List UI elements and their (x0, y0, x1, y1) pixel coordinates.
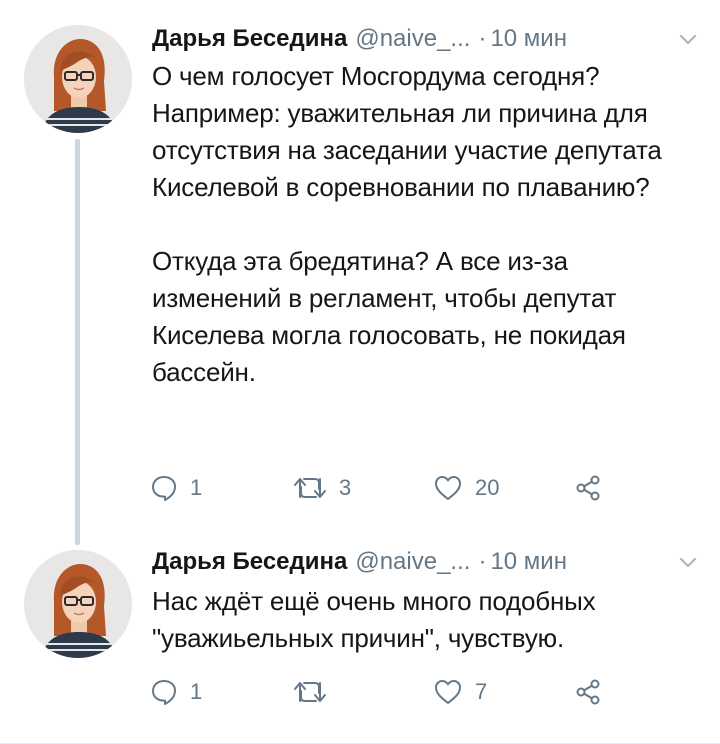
retweet-button[interactable] (293, 679, 339, 705)
chevron-down-icon[interactable] (679, 556, 697, 568)
timestamp[interactable]: 10 мин (490, 25, 567, 53)
like-icon (433, 678, 463, 706)
share-button[interactable] (575, 474, 603, 502)
separator-dot: · (478, 25, 487, 52)
tweet-actions: 1 3 20 (150, 468, 620, 508)
reply-icon (150, 678, 178, 706)
tweet-actions: 1 7 (150, 672, 620, 712)
tweet-text: Нас ждёт ещё очень много подобных "уважи… (152, 583, 692, 657)
reply-button[interactable]: 1 (150, 678, 202, 706)
like-icon (433, 474, 463, 502)
avatar-image (24, 550, 132, 658)
tweet-paragraph: Откуда эта бредятина? А все из-за измене… (152, 246, 626, 387)
author-handle[interactable]: @naive_... (355, 25, 470, 53)
retweet-icon (293, 679, 327, 705)
share-icon (575, 474, 603, 502)
thread-connector-line (75, 139, 80, 545)
retweet-icon (293, 475, 327, 501)
author-name[interactable]: Дарья Беседина (152, 25, 347, 53)
avatar-image (24, 25, 132, 133)
retweet-button[interactable]: 3 (293, 475, 351, 501)
timestamp[interactable]: 10 мин (490, 548, 567, 576)
like-button[interactable]: 20 (433, 474, 499, 502)
tweet-header: Дарья Беседина @naive_... · 10 мин (152, 548, 697, 582)
tweet-paragraph: Нас ждёт ещё очень много подобных "уважи… (152, 586, 596, 653)
reply-button[interactable]: 1 (150, 474, 202, 502)
reply-count: 1 (190, 679, 203, 704)
reply-count: 1 (190, 475, 203, 500)
tweet-paragraph: О чем голосует Мосгордума сегодня? Напри… (152, 61, 662, 202)
like-button[interactable]: 7 (433, 678, 487, 706)
avatar[interactable] (24, 25, 132, 133)
share-icon (575, 678, 603, 706)
tweet-thread: Дарья Беседина @naive_... · 10 мин О чем… (0, 0, 720, 744)
author-handle[interactable]: @naive_... (355, 548, 470, 576)
like-count: 20 (475, 475, 500, 500)
tweet-header: Дарья Беседина @naive_... · 10 мин (152, 25, 697, 59)
avatar[interactable] (24, 550, 132, 658)
tweet[interactable]: Дарья Беседина @naive_... · 10 мин О чем… (0, 0, 720, 545)
tweet[interactable]: Дарья Беседина @naive_... · 10 мин Нас ж… (0, 540, 720, 744)
tweet-text: О чем голосует Мосгордума сегодня? Напри… (152, 58, 692, 391)
like-count: 7 (475, 679, 488, 704)
chevron-down-icon[interactable] (679, 33, 697, 45)
author-name[interactable]: Дарья Беседина (152, 548, 347, 576)
separator-dot: · (478, 548, 487, 575)
retweet-count: 3 (339, 475, 352, 500)
share-button[interactable] (575, 678, 603, 706)
reply-icon (150, 474, 178, 502)
